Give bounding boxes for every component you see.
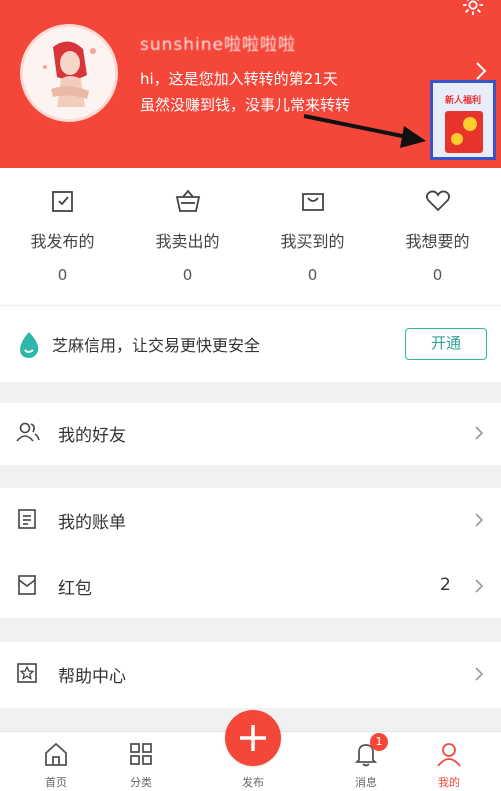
username: sunshine啦啦啦啦 (140, 35, 296, 55)
gear-icon[interactable] (462, 0, 484, 16)
chevron-right-icon (475, 579, 484, 593)
avatar-illustration (23, 27, 115, 119)
menu-item-friends[interactable]: 我的好友 (0, 403, 501, 463)
zhima-credit-banner: 芝麻信用，让交易更快更安全 开通 (0, 305, 501, 382)
tab-label: 我的 (438, 776, 460, 789)
redpacket-count: 2 (440, 575, 451, 595)
basket-icon (175, 189, 200, 212)
star-icon (17, 663, 37, 683)
post-icon (51, 191, 73, 212)
zhima-text: 芝麻信用，让交易更快更安全 (52, 336, 261, 355)
menu-item-redpacket[interactable]: 红包 2 (0, 556, 501, 616)
heart-icon (425, 190, 450, 212)
profile-header: sunshine啦啦啦啦 hi，这是您加入转转的第21天 虽然没赚到钱，没事儿常… (0, 0, 501, 168)
tab-label: 首页 (45, 776, 67, 789)
avatar[interactable] (20, 24, 118, 122)
friends-section: 我的好友 (0, 403, 501, 465)
coin-icon (451, 133, 463, 145)
zhima-drop-icon (20, 332, 39, 358)
friends-icon (16, 422, 40, 442)
trade-stats: 我发布的 0 我卖出的 0 我买到的 0 我想要的 0 (0, 168, 501, 305)
help-section: 帮助中心 (0, 642, 501, 708)
welcome-line-1: hi，这是您加入转转的第21天 (140, 70, 338, 88)
menu-label: 我的好友 (58, 426, 126, 446)
tab-profile[interactable]: 我的 (414, 732, 484, 791)
person-icon (437, 743, 461, 767)
tab-home[interactable]: 首页 (21, 732, 91, 791)
stat-count: 0 (57, 266, 68, 284)
stat-label: 我卖出的 (155, 232, 220, 251)
promo-title: 新人福利 (444, 96, 481, 106)
bill-icon (18, 509, 36, 529)
home-icon (45, 742, 67, 766)
stat-sold[interactable]: 我卖出的 0 (125, 168, 250, 305)
chevron-right-icon (475, 513, 484, 527)
stat-label: 我发布的 (30, 232, 95, 251)
chevron-right-icon (475, 426, 484, 440)
stat-bought[interactable]: 我买到的 0 (250, 168, 375, 305)
menu-item-bill[interactable]: 我的账单 (0, 490, 501, 550)
tab-messages[interactable]: 消息 (331, 732, 401, 791)
stat-wanted[interactable]: 我想要的 0 (375, 168, 500, 305)
menu-item-help[interactable]: 帮助中心 (0, 644, 501, 704)
bag-icon (301, 193, 324, 211)
grid-icon (130, 743, 152, 765)
stat-count: 0 (432, 266, 443, 284)
red-envelope-icon (445, 111, 483, 153)
new-user-promo[interactable]: 新人福利 (430, 80, 496, 160)
tab-label: 消息 (355, 776, 377, 789)
chevron-right-icon[interactable] (472, 60, 490, 82)
plus-icon (240, 725, 266, 751)
stat-label: 我想要的 (405, 232, 470, 251)
wallet-section: 我的账单 红包 2 (0, 488, 501, 618)
stat-label: 我买到的 (280, 232, 345, 251)
tab-label: 发布 (242, 776, 264, 789)
enable-zhima-button[interactable]: 开通 (405, 328, 487, 360)
annotation-arrow (303, 114, 426, 148)
stat-count: 0 (182, 266, 193, 284)
publish-button[interactable] (225, 710, 281, 766)
chevron-right-icon (475, 667, 484, 681)
message-badge: 1 (370, 733, 388, 751)
coin-icon (463, 117, 477, 131)
menu-label: 帮助中心 (58, 667, 126, 687)
menu-label: 红包 (58, 579, 92, 599)
stat-count: 0 (307, 266, 318, 284)
stat-posted[interactable]: 我发布的 0 (0, 168, 125, 305)
tab-label: 分类 (130, 776, 152, 789)
menu-label: 我的账单 (58, 513, 126, 533)
red-packet-icon (18, 575, 36, 595)
tab-category[interactable]: 分类 (106, 732, 176, 791)
